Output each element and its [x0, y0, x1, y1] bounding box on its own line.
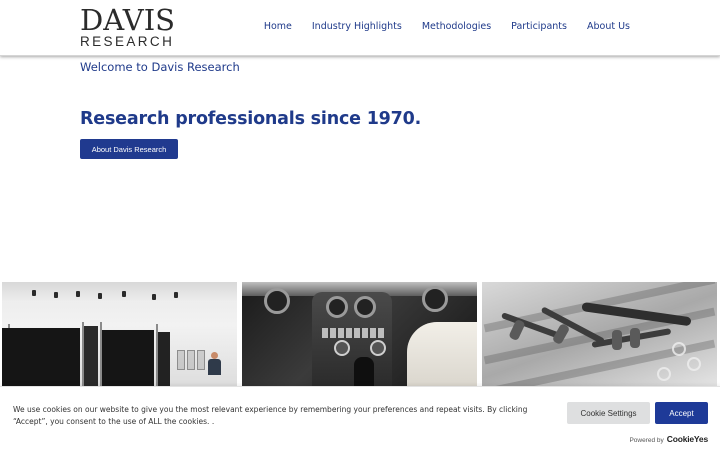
nav-about-us[interactable]: About Us — [587, 21, 630, 32]
cookieyes-logo[interactable]: CookieYes — [667, 434, 708, 444]
hero-title: Research professionals since 1970. — [80, 109, 422, 129]
facility-room-photo — [2, 282, 237, 390]
logo-wordmark: DAVIS — [80, 3, 176, 37]
cookie-settings-button[interactable]: Cookie Settings — [567, 402, 650, 424]
logo-subtitle: RESEARCH — [80, 34, 175, 49]
nav-participants[interactable]: Participants — [511, 21, 567, 32]
accept-cookies-button[interactable]: Accept — [655, 402, 708, 424]
nav-home[interactable]: Home — [264, 21, 292, 32]
main-nav: Home Industry Highlights Methodologies P… — [264, 21, 630, 32]
about-davis-research-button[interactable]: About Davis Research — [80, 139, 178, 159]
welcome-heading: Welcome to Davis Research — [80, 60, 240, 74]
powered-by: Powered by CookieYes — [629, 434, 708, 444]
nav-methodologies[interactable]: Methodologies — [422, 21, 491, 32]
davis-research-logo[interactable]: DAVIS RESEARCH — [80, 3, 176, 50]
car-interior-photo — [242, 282, 477, 390]
powered-by-label: Powered by — [629, 437, 664, 444]
site-header: DAVIS RESEARCH Home Industry Highlights … — [0, 0, 720, 56]
woodworking-tools-photo — [482, 282, 717, 390]
nav-industry-highlights[interactable]: Industry Highlights — [312, 21, 402, 32]
cookie-message: We use cookies on our website to give yo… — [13, 405, 528, 426]
image-gallery — [2, 282, 718, 390]
cookie-banner: We use cookies on our website to give yo… — [0, 386, 720, 450]
